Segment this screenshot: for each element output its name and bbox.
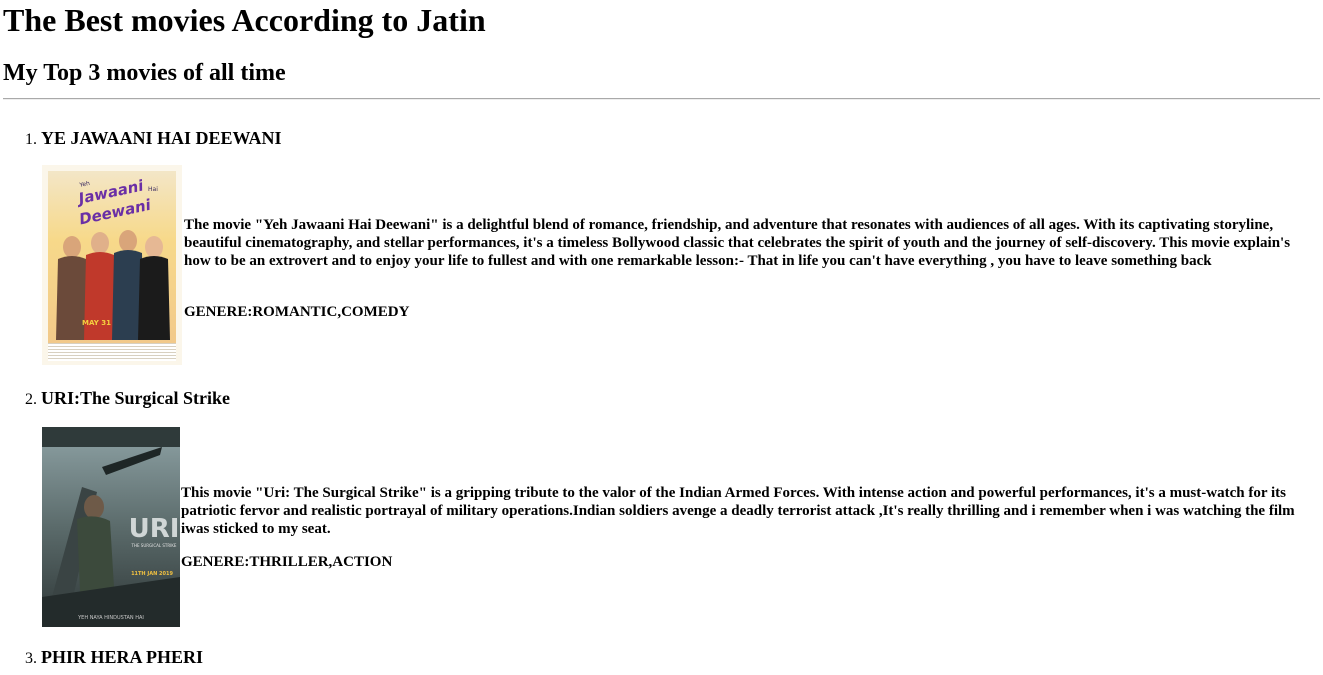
movie-poster-image: URI THE SURGICAL STRIKE 11TH JAN 2019 YE… (42, 427, 180, 627)
movie-genre: GENERE:ROMANTIC,COMEDY (184, 304, 410, 320)
movie-title-2: 2. URI:The Surgical Strike (25, 387, 230, 411)
page-subtitle: My Top 3 movies of all time (3, 60, 286, 86)
movie-description: The movie "Yeh Jawaani Hai Deewani" is a… (184, 217, 1291, 269)
movie-name: PHIR HERA PHERI (41, 647, 204, 667)
movie-poster-image: Jawaani Deewani Yeh Hai MAY 31 (42, 165, 182, 365)
poster-logo: Jawaani Deewani Yeh Hai (74, 177, 158, 227)
page: The Best movies According to Jatin My To… (0, 0, 1323, 675)
svg-text:THE SURGICAL STRIKE: THE SURGICAL STRIKE (131, 543, 177, 548)
list-number: 2. (25, 391, 37, 408)
movie-name: YE JAWAANI HAI DEEWANI (41, 128, 282, 148)
movie-name: URI:The Surgical Strike (41, 388, 230, 408)
svg-text:MAY 31: MAY 31 (82, 319, 111, 327)
movie-title-1: 1. YE JAWAANI HAI DEEWANI (25, 127, 282, 151)
poster-artwork: MAY 31 (56, 230, 170, 340)
svg-text:Hai: Hai (148, 186, 158, 193)
svg-text:URI: URI (129, 514, 180, 544)
movie-genre: GENERE:THRILLER,ACTION (181, 554, 393, 570)
list-number: 1. (25, 131, 37, 148)
movie-description: This movie "Uri: The Surgical Strike" is… (181, 485, 1295, 537)
movie-title-3: 3. PHIR HERA PHERI (25, 646, 203, 670)
svg-text:11TH JAN 2019: 11TH JAN 2019 (131, 571, 173, 577)
page-title: The Best movies According to Jatin (3, 2, 486, 38)
divider (3, 98, 1320, 100)
svg-text:YEH NAYA HINDUSTAN HAI: YEH NAYA HINDUSTAN HAI (77, 615, 144, 621)
list-number: 3. (25, 650, 37, 667)
poster-artwork: URI THE SURGICAL STRIKE 11TH JAN 2019 YE… (42, 427, 180, 627)
